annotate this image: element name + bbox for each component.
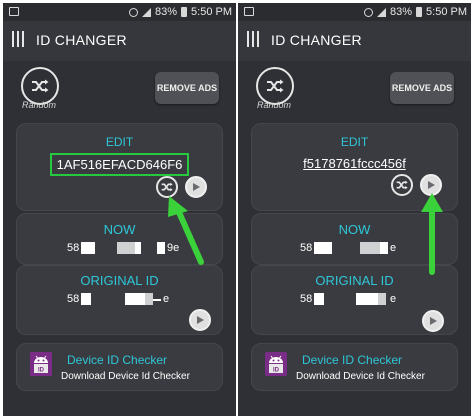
device-id-checker-icon: ID — [30, 352, 52, 376]
shuffle-icon — [396, 180, 408, 190]
battery-icon — [181, 7, 188, 17]
redaction-block — [81, 242, 95, 254]
svg-text:ID: ID — [38, 368, 45, 374]
redaction-block — [153, 299, 161, 301]
remove-ads-button[interactable]: REMOVE ADS — [390, 72, 454, 104]
device-id-checker-card[interactable]: ID Device ID Checker Download Device Id … — [251, 343, 458, 391]
battery-percent: 83% — [155, 6, 178, 18]
random-label: Random — [22, 100, 57, 110]
now-card: NOW 58 9e — [16, 213, 223, 265]
device-id-checker-icon: ID — [265, 352, 287, 376]
app-bar: ID CHANGER — [3, 21, 236, 61]
play-icon — [430, 317, 437, 325]
shuffle-icon — [161, 182, 173, 192]
image-notification-icon — [244, 7, 254, 16]
redaction-block — [314, 293, 324, 305]
app-bar: ID CHANGER — [238, 21, 471, 61]
device-id-checker-title: Device ID Checker — [67, 353, 168, 367]
edit-id-field[interactable]: f5178761fccc456f — [252, 153, 457, 174]
now-title: NOW — [103, 222, 136, 237]
play-icon — [193, 183, 200, 191]
now-id-suffix: 9e — [167, 242, 180, 254]
now-card: NOW 58 e — [251, 213, 458, 265]
device-id-checker-card[interactable]: ID Device ID Checker Download Device Id … — [16, 343, 223, 391]
now-id: 58 9e — [17, 242, 222, 256]
redaction-block — [117, 242, 135, 254]
menu-icon[interactable] — [12, 31, 26, 47]
original-id-suffix: e — [390, 293, 397, 305]
redaction-block — [81, 293, 91, 305]
app-title: ID CHANGER — [36, 32, 127, 48]
edit-id-value[interactable]: 1AF516EFACD646F6 — [49, 153, 190, 176]
redaction-block — [378, 293, 386, 305]
apply-id-button[interactable] — [420, 174, 442, 196]
status-bar: 83% 5:50 PM — [238, 3, 471, 21]
status-time: 5:50 PM — [191, 6, 232, 18]
now-id: 58 e — [252, 242, 457, 256]
now-id-suffix: e — [390, 242, 397, 254]
svg-text:ID: ID — [273, 368, 280, 374]
original-id: 58 e — [17, 293, 222, 307]
edit-card: EDIT f5178761fccc456f — [251, 123, 458, 211]
shuffle-icon — [267, 79, 284, 93]
original-id-prefix: 58 — [67, 293, 80, 305]
signal-icon — [377, 7, 386, 17]
alarm-icon — [364, 7, 373, 17]
status-right: 83% 5:50 PM — [129, 6, 232, 18]
battery-percent: 83% — [390, 6, 413, 18]
phone-screen-left: 83% 5:50 PM ID CHANGER Random REMOVE ADS… — [3, 3, 236, 416]
original-id-suffix: e — [163, 293, 170, 305]
redaction-block — [314, 242, 332, 254]
original-id-card: ORIGINAL ID 58 e — [16, 265, 223, 335]
play-icon — [197, 316, 204, 324]
original-id-card: ORIGINAL ID 58 e — [251, 265, 458, 335]
menu-icon[interactable] — [247, 31, 261, 47]
signal-icon — [142, 7, 151, 17]
redaction-block — [157, 242, 165, 254]
device-id-checker-subtitle: Download Device Id Checker — [61, 371, 190, 382]
now-id-prefix: 58 — [67, 242, 80, 254]
now-id-prefix: 58 — [300, 242, 313, 254]
shuffle-id-button[interactable] — [156, 176, 178, 198]
redaction-block — [125, 293, 145, 305]
redaction-block — [356, 293, 378, 305]
edit-title: EDIT — [340, 135, 369, 149]
edit-id-field[interactable]: 1AF516EFACD646F6 — [17, 153, 222, 176]
status-bar: 83% 5:50 PM — [3, 3, 236, 21]
now-title: NOW — [338, 222, 371, 237]
remove-ads-button[interactable]: REMOVE ADS — [155, 72, 219, 104]
redaction-block — [360, 242, 380, 254]
play-icon — [428, 181, 435, 189]
shuffle-icon — [32, 79, 49, 93]
original-id: 58 e — [252, 293, 457, 307]
app-title: ID CHANGER — [271, 32, 362, 48]
shuffle-id-button[interactable] — [391, 174, 413, 196]
redaction-block — [380, 242, 388, 254]
device-id-checker-title: Device ID Checker — [302, 353, 403, 367]
image-notification-icon — [9, 7, 19, 16]
redaction-block — [135, 242, 141, 254]
edit-id-value[interactable]: f5178761fccc456f — [303, 153, 406, 174]
original-id-title: ORIGINAL ID — [80, 273, 159, 288]
random-label: Random — [257, 100, 292, 110]
original-id-title: ORIGINAL ID — [315, 273, 394, 288]
status-time: 5:50 PM — [426, 6, 467, 18]
status-right: 83% 5:50 PM — [364, 6, 467, 18]
original-id-prefix: 58 — [300, 293, 313, 305]
restore-original-button[interactable] — [189, 309, 211, 331]
edit-card: EDIT 1AF516EFACD646F6 — [16, 123, 223, 211]
alarm-icon — [129, 7, 138, 17]
edit-title: EDIT — [105, 135, 134, 149]
device-id-checker-subtitle: Download Device Id Checker — [296, 371, 425, 382]
battery-icon — [416, 7, 423, 17]
redaction-block — [145, 293, 153, 305]
apply-id-button[interactable] — [185, 176, 207, 198]
phone-screen-right: 83% 5:50 PM ID CHANGER Random REMOVE ADS… — [238, 3, 471, 416]
restore-original-button[interactable] — [422, 310, 444, 332]
